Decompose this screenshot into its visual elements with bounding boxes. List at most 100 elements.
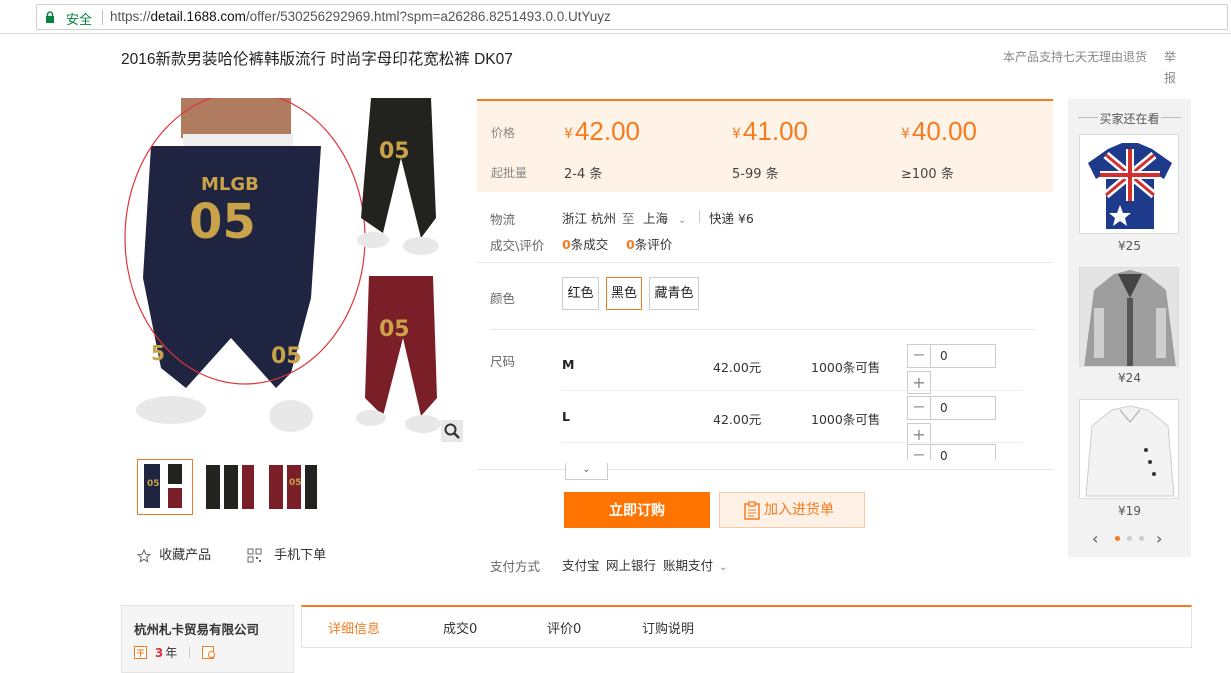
divider [562, 442, 1022, 443]
express-fee: 快递 ¥6 [709, 211, 754, 226]
color-label: 颜色 [490, 291, 516, 306]
qrcode-icon [247, 548, 262, 563]
chevron-down-icon: ⌄ [582, 464, 591, 475]
divider [102, 10, 103, 25]
svg-text:05: 05 [289, 478, 302, 488]
favorite-button[interactable]: 收藏产品 [137, 544, 211, 563]
sold-count[interactable]: 0条成交 [562, 234, 608, 253]
rec-price-1: ¥25 [1118, 239, 1141, 253]
size-row-clipped: − 0 [907, 444, 996, 460]
carousel-dot[interactable] [1127, 536, 1132, 541]
minus-icon[interactable]: − [908, 397, 931, 419]
product-title: 2016新款男装哈伦裤韩版流行 时尚字母印花宽松裤 DK07 [121, 51, 513, 68]
destination-select[interactable]: 上海 ⌄ [643, 208, 686, 227]
detail-tabs: 详细信息 成交0 评价0 订购说明 [301, 605, 1192, 648]
quantity-input[interactable]: 0 [940, 349, 948, 363]
order-now-button[interactable]: 立即订购 [564, 492, 710, 528]
certificate-icon[interactable] [201, 646, 216, 659]
price-panel: 价格 起批量 ¥42.00 ¥41.00 ¥40.00 2-4 条 5-99 条… [477, 99, 1053, 192]
quantity-stepper[interactable]: − 0 [907, 444, 996, 460]
tier-qty-1: 2-4 条 [564, 167, 603, 182]
size-label: 尺码 [490, 354, 516, 369]
clipboard-icon [744, 501, 760, 520]
quantity-input[interactable]: 0 [940, 449, 948, 460]
tier-price-3: ¥40.00 [901, 116, 977, 146]
payment-online-bank: 网上银行 [606, 558, 657, 573]
tab-details[interactable]: 详细信息 [328, 618, 380, 637]
minus-icon[interactable]: − [908, 445, 931, 460]
quantity-input[interactable]: 0 [940, 401, 948, 415]
carousel-dot[interactable] [1115, 536, 1120, 541]
quantity-stepper[interactable]: − 0 [907, 344, 996, 368]
thumbnail-3[interactable]: 05 [265, 459, 321, 515]
color-option-red[interactable]: 红色 [562, 277, 599, 310]
url-text: https://detail.1688.com/offer/5302562929… [110, 9, 611, 24]
logistics-to: 至 [622, 211, 635, 226]
mobile-order-button[interactable]: 手机下单 [247, 544, 326, 563]
pants-illustration: MLGB 05 5 05 05 05 [124, 98, 441, 433]
logistics-label: 物流 [490, 212, 516, 227]
divider [490, 329, 1035, 330]
svg-text:05: 05 [147, 479, 160, 489]
tab-reviews[interactable]: 评价0 [547, 618, 581, 637]
quantity-stepper[interactable]: − 0 [907, 396, 996, 420]
tier-price-2: ¥41.00 [732, 116, 808, 146]
chevron-down-icon: ⌄ [678, 215, 687, 226]
color-option-navy[interactable]: 藏青色 [649, 277, 699, 310]
svg-text:05: 05 [379, 317, 410, 342]
svg-text:05: 05 [271, 344, 302, 369]
carousel-dot[interactable] [1139, 536, 1144, 541]
payment-credit-select[interactable]: 账期支付 ⌄ [663, 555, 727, 574]
rec-item-3[interactable] [1079, 399, 1179, 499]
moq-label: 起批量 [491, 166, 528, 180]
color-option-black[interactable]: 黑色 [606, 277, 642, 310]
rec-item-2[interactable] [1079, 267, 1179, 367]
payment-alipay: 支付宝 [562, 558, 600, 573]
svg-text:05: 05 [379, 139, 410, 164]
chevron-right-icon[interactable]: › [1156, 529, 1162, 548]
divider [477, 469, 1053, 470]
star-icon [137, 548, 151, 563]
tier-qty-3: ≥100 条 [901, 167, 954, 182]
magnifier-icon[interactable] [441, 420, 463, 442]
tier-price-1: ¥42.00 [564, 116, 640, 146]
rec-price-3: ¥19 [1118, 504, 1141, 518]
rec-item-1[interactable] [1079, 134, 1179, 234]
grey-hoodie-icon [1084, 270, 1176, 366]
logistics-origin: 浙江 杭州 [562, 211, 616, 226]
divider [477, 262, 1053, 263]
lock-icon [46, 11, 54, 23]
membership-icon [134, 646, 147, 659]
tab-order-notes[interactable]: 订购说明 [642, 618, 694, 637]
chevron-left-icon[interactable]: ‹ [1092, 529, 1098, 548]
browser-address-bar: 安全 https://detail.1688.com/offer/5302562… [0, 0, 1231, 34]
rec-price-2: ¥24 [1118, 371, 1141, 385]
svg-text:MLGB: MLGB [201, 174, 259, 195]
divider [562, 390, 1022, 391]
deals-label: 成交\评价 [490, 238, 545, 253]
secure-label: 安全 [66, 13, 93, 28]
review-count[interactable]: 0条评价 [626, 234, 672, 253]
tier-qty-2: 5-99 条 [732, 167, 779, 182]
expand-sizes-button[interactable]: ⌄ [565, 463, 608, 480]
svg-text:05: 05 [189, 194, 256, 250]
minus-icon[interactable]: − [908, 345, 931, 367]
payment-label: 支付方式 [490, 559, 541, 574]
tab-transactions[interactable]: 成交0 [443, 618, 477, 637]
price-label: 价格 [491, 126, 516, 140]
thumbnail-2[interactable] [202, 459, 258, 515]
company-name[interactable]: 杭州札卡贸易有限公司 [134, 619, 259, 638]
main-product-image[interactable]: MLGB 05 5 05 05 05 [121, 98, 465, 443]
company-card: 杭州札卡贸易有限公司 3年 [121, 605, 294, 673]
thumbnail-1[interactable]: 05 [137, 459, 193, 515]
divider [699, 210, 700, 223]
url-field[interactable]: 安全 https://detail.1688.com/offer/5302562… [36, 4, 1228, 30]
white-sweater-icon [1085, 405, 1175, 497]
return-notice: 本产品支持七天无理由退货 [1003, 50, 1148, 64]
add-to-purchase-list-button[interactable]: 加入进货单 [719, 492, 865, 528]
recommendations-panel: 买家还在看 ¥25 ¥24 ¥19 ‹ › [1068, 99, 1191, 557]
chevron-down-icon: ⌄ [719, 562, 728, 573]
report-link[interactable]: 举报 [1164, 47, 1178, 89]
flag-tshirt-icon [1088, 143, 1172, 229]
company-years: 3年 [134, 644, 216, 661]
